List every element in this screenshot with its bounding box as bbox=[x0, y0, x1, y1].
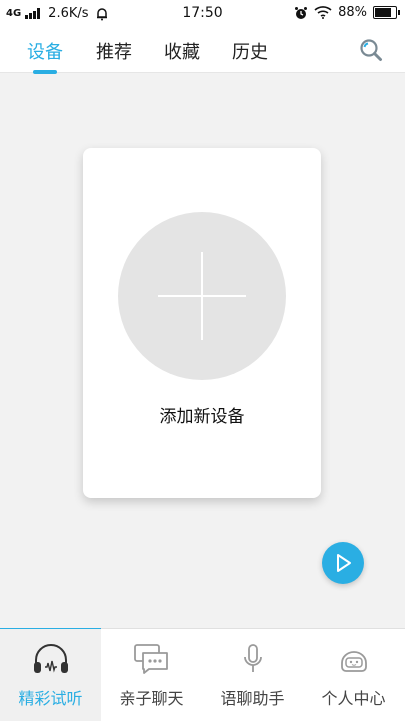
tab-devices[interactable]: 设备 bbox=[27, 38, 63, 64]
nav-item-profile[interactable]: 个人中心 bbox=[303, 629, 404, 721]
nav-label-voice-assistant: 语聊助手 bbox=[220, 689, 285, 708]
bottom-nav: 精彩试听 亲子聊天 语聊助手 个人中心 bbox=[0, 628, 405, 721]
add-device-label: 添加新设备 bbox=[159, 407, 245, 427]
nav-label-listen: 精彩试听 bbox=[18, 689, 83, 708]
battery-fill bbox=[375, 8, 391, 17]
tab-history[interactable]: 历史 bbox=[232, 38, 268, 64]
wifi-icon bbox=[314, 6, 332, 19]
battery-percent: 88% bbox=[338, 5, 367, 20]
nav-item-voice-assistant[interactable]: 语聊助手 bbox=[202, 629, 303, 721]
play-button[interactable] bbox=[322, 542, 364, 584]
nav-item-chat[interactable]: 亲子聊天 bbox=[101, 629, 202, 721]
chat-bubble-icon bbox=[134, 644, 168, 674]
nav-label-chat: 亲子聊天 bbox=[119, 689, 184, 708]
status-right: 88% bbox=[294, 5, 400, 20]
add-device-card[interactable]: 添加新设备 bbox=[83, 148, 321, 498]
play-icon bbox=[337, 554, 351, 572]
nav-label-profile: 个人中心 bbox=[321, 689, 386, 708]
search-icon[interactable] bbox=[359, 38, 383, 62]
robot-face-icon bbox=[341, 651, 367, 672]
nav-item-listen[interactable]: 精彩试听 bbox=[0, 629, 101, 721]
battery-icon bbox=[373, 6, 400, 19]
active-tab-indicator bbox=[33, 70, 57, 74]
status-bar: 4G 2.6K/s 17:50 88% bbox=[0, 0, 405, 28]
headphones-icon bbox=[34, 644, 68, 673]
tab-favorites[interactable]: 收藏 bbox=[164, 38, 200, 64]
microphone-icon bbox=[244, 644, 262, 672]
top-tab-bar: 设备 推荐 收藏 历史 bbox=[0, 28, 405, 74]
alarm-icon bbox=[295, 6, 308, 19]
tab-recommend[interactable]: 推荐 bbox=[96, 38, 132, 64]
add-device-button[interactable] bbox=[118, 212, 286, 380]
